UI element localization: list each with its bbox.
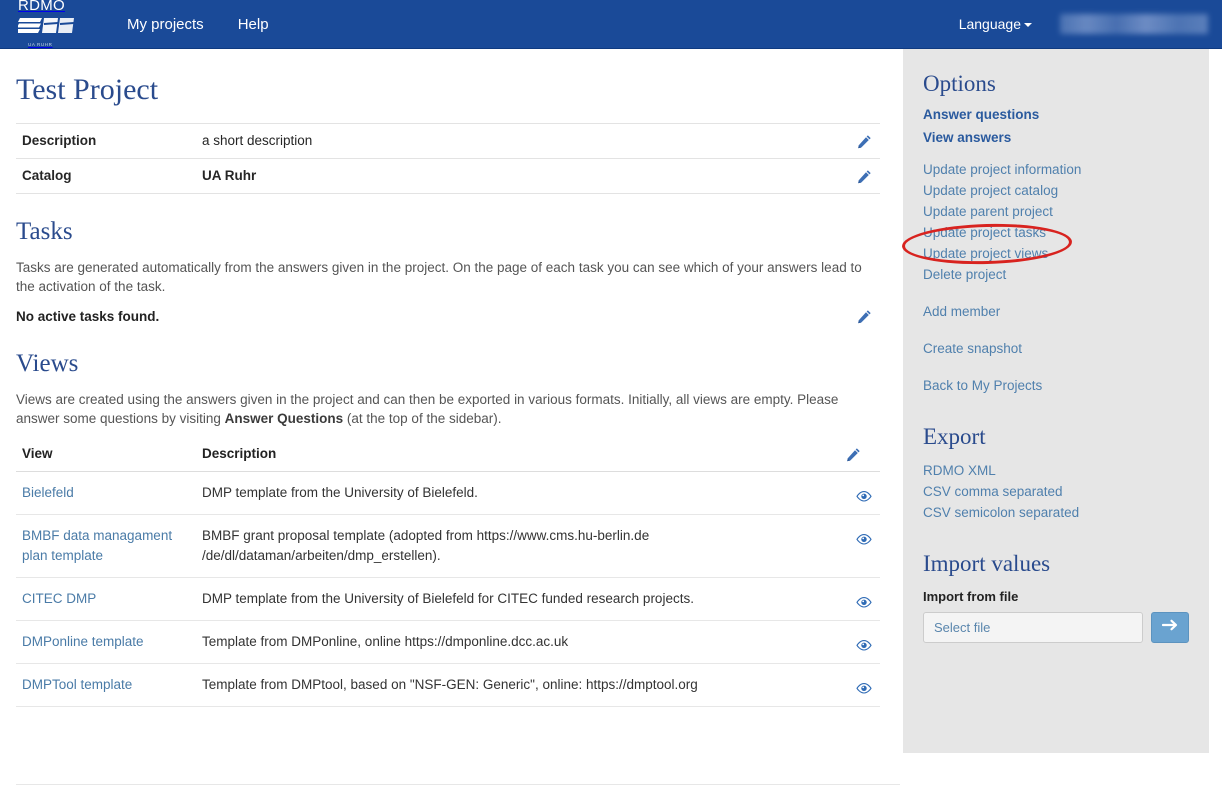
preview-view-button[interactable]: [840, 577, 880, 621]
nav-links: My projects Help: [110, 0, 286, 48]
nav-right-group: Language: [945, 0, 1222, 48]
import-from-file-label: Import from file: [923, 589, 1019, 604]
pencil-icon: [857, 309, 872, 324]
edit-description-button[interactable]: [850, 123, 880, 159]
pencil-icon: [857, 134, 872, 149]
main-content: Test Project Description a short descrip…: [0, 49, 900, 792]
view-description: Template from DMPtool, based on "NSF-GEN…: [196, 663, 840, 707]
views-description-part2: (at the top of the sidebar).: [343, 410, 502, 426]
info-value-description: a short description: [196, 123, 850, 159]
import-file-row: Select file: [923, 612, 1189, 643]
sidebar-item-back-to-my-projects[interactable]: Back to My Projects: [923, 375, 1189, 396]
table-row: DMPonline template Template from DMPonli…: [16, 620, 880, 664]
brand-title: RDMO: [18, 0, 66, 14]
views-heading: Views: [16, 349, 79, 377]
view-description: DMP template from the University of Biel…: [196, 577, 840, 621]
view-link-dmptool[interactable]: DMPTool template: [22, 677, 132, 692]
column-header-view: View: [16, 439, 196, 472]
table-row: Description a short description: [16, 123, 880, 159]
view-description: Template from DMPonline, online https://…: [196, 620, 840, 664]
views-description-emphasis: Answer Questions: [224, 410, 344, 426]
eye-icon: [856, 680, 872, 694]
sidebar-update-group: Update project information Update projec…: [923, 159, 1189, 285]
eye-icon: [856, 594, 872, 608]
edit-tasks-button[interactable]: [857, 308, 880, 326]
sidebar-item-create-snapshot[interactable]: Create snapshot: [923, 338, 1189, 359]
sidebar-actions-group: Add member: [923, 301, 1189, 322]
tasks-empty-row: No active tasks found.: [16, 308, 880, 326]
brand-subtitle: UA RUHR: [28, 42, 53, 47]
project-info-table: Description a short description Catalog …: [16, 123, 880, 194]
table-row: Catalog UA Ruhr: [16, 158, 880, 194]
page-body: Test Project Description a short descrip…: [0, 49, 1222, 792]
ua-ruhr-logo-icon: [16, 16, 74, 41]
views-table-header-row: View Description: [16, 439, 880, 472]
sidebar-item-update-project-views[interactable]: Update project views: [923, 243, 1189, 264]
select-file-placeholder: Select file: [934, 620, 991, 635]
tasks-description: Tasks are generated automatically from t…: [16, 259, 862, 294]
language-dropdown[interactable]: Language: [945, 0, 1046, 49]
edit-catalog-button[interactable]: [850, 158, 880, 194]
brand-logo[interactable]: RDMO UA RUHR: [0, 0, 90, 48]
eye-icon: [856, 531, 872, 545]
view-link-bmbf[interactable]: BMBF data managament plan template: [22, 528, 172, 563]
preview-view-button[interactable]: [840, 471, 880, 515]
pencil-icon: [857, 169, 872, 184]
sidebar-item-export-csv-comma[interactable]: CSV comma separated: [923, 481, 1189, 502]
sidebar-item-export-csv-semicolon[interactable]: CSV semicolon separated: [923, 502, 1189, 523]
eye-icon: [856, 488, 872, 502]
sidebar-heading-options: Options: [923, 71, 996, 96]
view-link-citec[interactable]: CITEC DMP: [22, 591, 96, 606]
view-link-dmponline[interactable]: DMPonline template: [22, 634, 144, 649]
language-label: Language: [958, 15, 1021, 32]
sidebar-item-answer-questions[interactable]: Answer questions: [923, 107, 1189, 122]
info-value-catalog: UA Ruhr: [196, 158, 850, 194]
sidebar-item-update-project-tasks[interactable]: Update project tasks: [923, 222, 1189, 243]
table-row: DMPTool template Template from DMPtool, …: [16, 663, 880, 707]
tasks-heading: Tasks: [16, 217, 73, 245]
nav-item-my-projects[interactable]: My projects: [110, 0, 221, 49]
select-file-input[interactable]: Select file: [923, 612, 1143, 643]
bottom-divider: [16, 784, 900, 785]
table-row: CITEC DMP DMP template from the Universi…: [16, 577, 880, 621]
nav-item-help[interactable]: Help: [221, 0, 286, 49]
view-description: DMP template from the University of Biel…: [196, 471, 840, 515]
sidebar-item-add-member[interactable]: Add member: [923, 301, 1189, 322]
preview-view-button[interactable]: [840, 514, 880, 578]
views-table: View Description Bielefeld DMP template …: [16, 439, 880, 707]
table-row: BMBF data managament plan template BMBF …: [16, 514, 880, 578]
eye-icon: [856, 637, 872, 651]
sidebar-item-view-answers[interactable]: View answers: [923, 130, 1189, 145]
options-sidebar: Options Answer questions View answers Up…: [903, 49, 1209, 753]
view-link-bielefeld[interactable]: Bielefeld: [22, 485, 74, 500]
sidebar-item-export-rdmo-xml[interactable]: RDMO XML: [923, 460, 1189, 481]
sidebar-item-delete-project[interactable]: Delete project: [923, 264, 1189, 285]
sidebar-back-group: Back to My Projects: [923, 375, 1189, 396]
sidebar-heading-import-values: Import values: [923, 551, 1051, 576]
chevron-down-icon: [1024, 22, 1032, 27]
sidebar-snapshot-group: Create snapshot: [923, 338, 1189, 359]
views-description: Views are created using the answers give…: [16, 390, 880, 428]
sidebar-item-update-parent-project[interactable]: Update parent project: [923, 201, 1189, 222]
tasks-empty-text: No active tasks found.: [16, 309, 160, 325]
arrow-right-icon: [1161, 618, 1179, 637]
views-table-body: Bielefeld DMP template from the Universi…: [16, 471, 880, 707]
import-submit-button[interactable]: [1151, 612, 1189, 643]
top-navbar: RDMO UA RUHR My projects Help Language: [0, 0, 1222, 49]
sidebar-item-update-project-information[interactable]: Update project information: [923, 159, 1189, 180]
user-menu-redacted[interactable]: [1060, 14, 1208, 34]
pencil-icon: [846, 447, 861, 462]
preview-view-button[interactable]: [840, 620, 880, 664]
sidebar-heading-export: Export: [923, 424, 986, 449]
table-row: Bielefeld DMP template from the Universi…: [16, 471, 880, 515]
column-header-description: Description: [196, 439, 840, 472]
edit-views-button[interactable]: [840, 439, 880, 472]
info-label-description: Description: [16, 123, 196, 159]
sidebar-item-update-project-catalog[interactable]: Update project catalog: [923, 180, 1189, 201]
view-description: BMBF grant proposal template (adopted fr…: [196, 514, 840, 578]
page-title: Test Project: [16, 73, 159, 106]
preview-view-button[interactable]: [840, 663, 880, 707]
info-label-catalog: Catalog: [16, 158, 196, 194]
